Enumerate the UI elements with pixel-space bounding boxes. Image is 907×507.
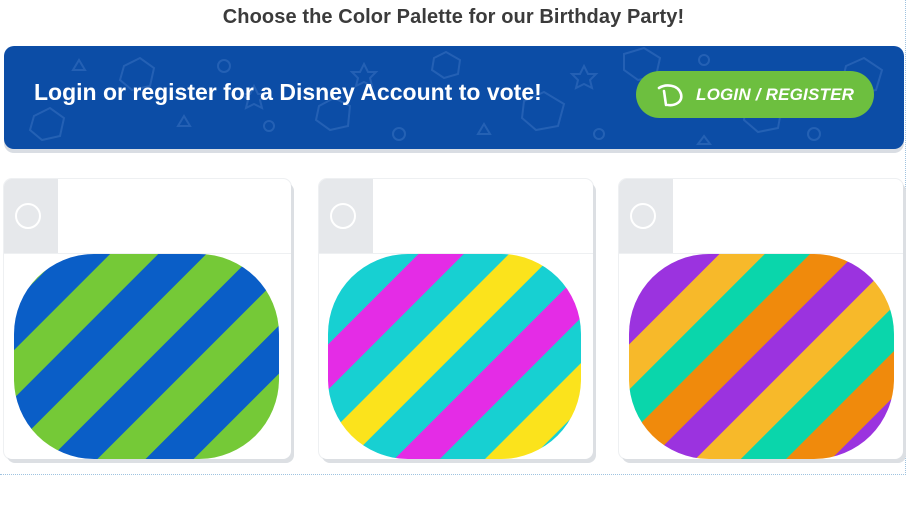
- palette-swatch-2: [328, 254, 581, 459]
- palette-option-3-radio[interactable]: [630, 203, 656, 229]
- option-tab: [319, 179, 373, 253]
- login-register-label: LOGIN / REGISTER: [696, 84, 855, 104]
- palette-option-card[interactable]: [4, 179, 291, 459]
- palette-option-1-radio[interactable]: [15, 203, 41, 229]
- login-register-button[interactable]: LOGIN / REGISTER: [636, 71, 874, 118]
- login-banner: Login or register for a Disney Account t…: [4, 46, 904, 149]
- option-tab: [4, 179, 58, 253]
- palette-option-2-radio[interactable]: [330, 203, 356, 229]
- palette-swatch-1: [14, 254, 279, 459]
- login-prompt: Login or register for a Disney Account t…: [34, 79, 542, 105]
- disney-d-logo-icon: [657, 83, 683, 106]
- option-tab: [619, 179, 673, 253]
- palette-option-card[interactable]: [619, 179, 903, 459]
- palette-swatch-3: [629, 254, 894, 459]
- page-title: Choose the Color Palette for our Birthda…: [222, 6, 685, 28]
- palette-option-card[interactable]: [319, 179, 593, 459]
